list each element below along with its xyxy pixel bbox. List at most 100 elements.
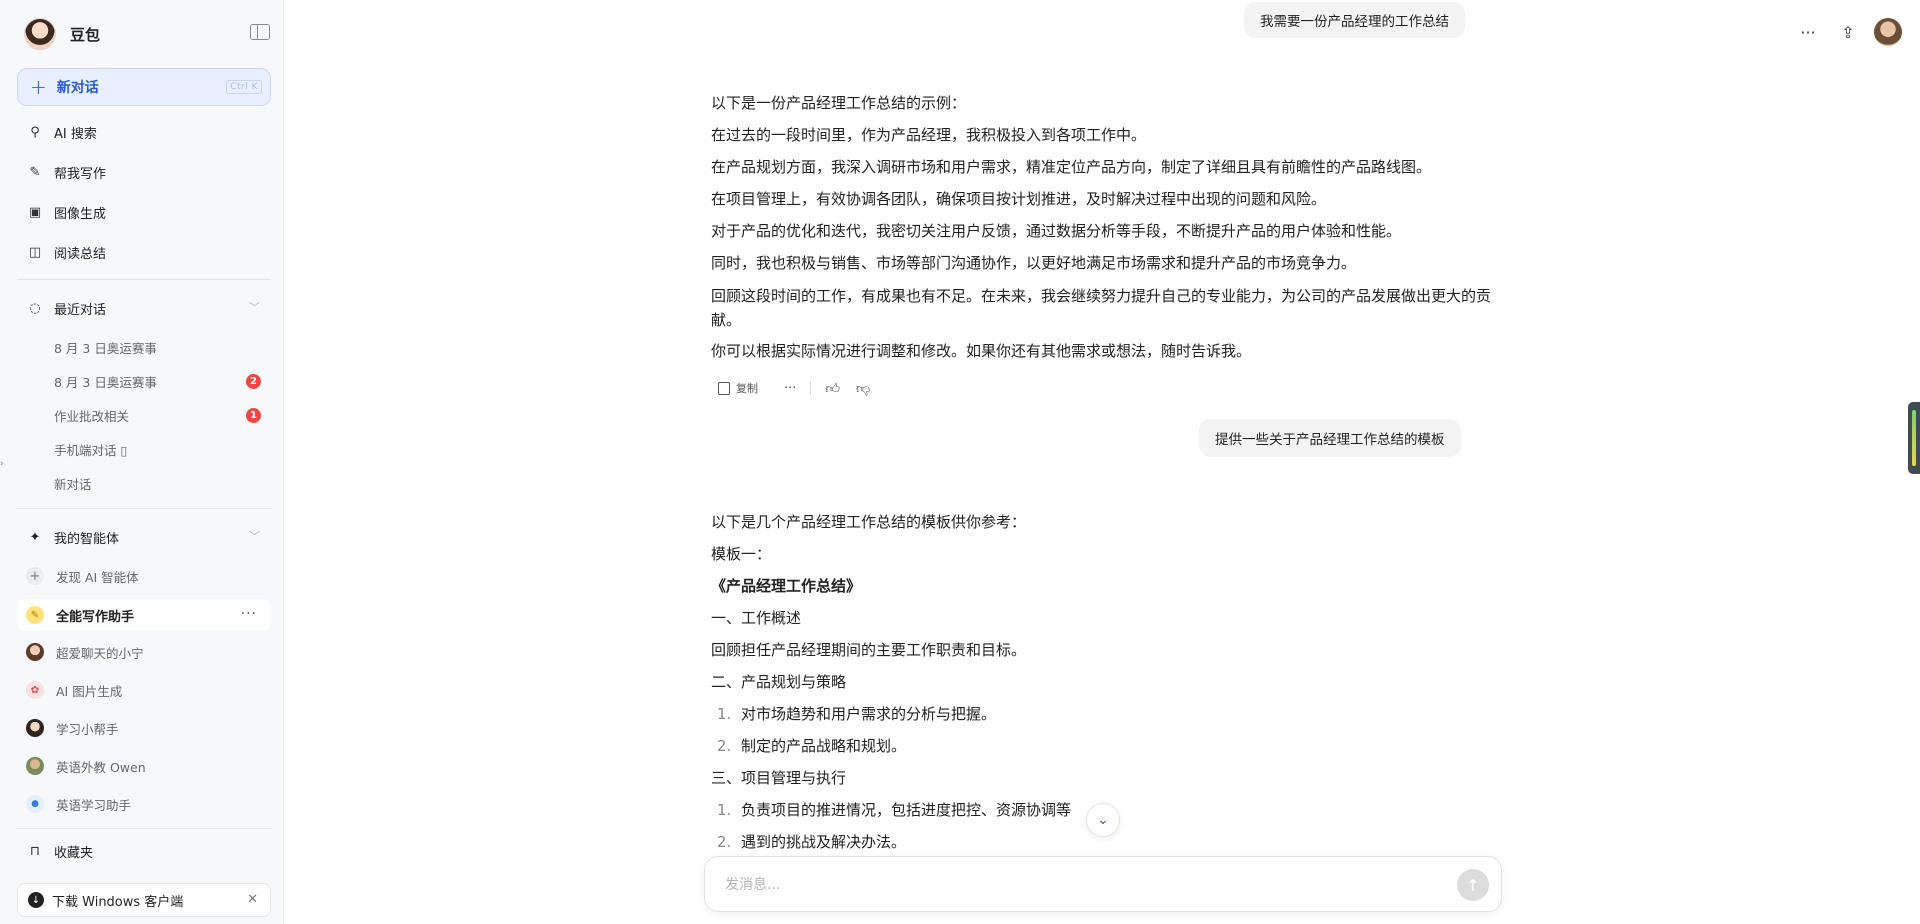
- list-item: 2. 制定的产品战略和规划。: [717, 737, 907, 755]
- recent-chats-title: 最近对话: [54, 302, 107, 318]
- send-button[interactable]: ↑: [1457, 869, 1489, 901]
- list-item: 1. 对市场趋势和用户需求的分析与把握。: [717, 705, 997, 723]
- favorites[interactable]: ⊓ 收藏夹: [26, 840, 93, 862]
- image-icon: ▣: [28, 204, 42, 220]
- agent-item-active[interactable]: ✎ 全能写作助手 ···: [17, 599, 271, 631]
- agent-item[interactable]: 学习小帮手: [26, 717, 119, 739]
- section-heading: 三、项目管理与执行: [711, 769, 847, 787]
- agent-label: 学习小帮手: [56, 721, 119, 737]
- user-message: 提供一些关于产品经理工作总结的模板: [1199, 419, 1461, 457]
- chat-bubble-icon: ◌: [29, 300, 41, 316]
- message-actions: 复制 ··· 👍︎ 👎︎: [718, 377, 886, 399]
- agent-avatar: [26, 643, 44, 661]
- new-chat-button[interactable]: + 新对话 Ctrl K: [17, 68, 271, 106]
- reply-line: 回顾担任产品经理期间的主要工作职责和目标。: [711, 641, 1027, 659]
- user-message-text: 我需要一份产品经理的工作总结: [1260, 14, 1449, 30]
- reply-line: 回顾这段时间的工作，有成果也有不足。在未来，我会继续努力提升自己的专业能力，为公…: [711, 287, 1492, 329]
- more-icon[interactable]: ···: [784, 381, 796, 396]
- agent-label: 超爱聊天的小宁: [56, 645, 144, 661]
- list-item-text: 遇到的挑战及解决办法。: [741, 833, 907, 851]
- recent-item[interactable]: 8 月 3 日奥运赛事: [54, 371, 157, 391]
- download-client-bar[interactable]: ↓ 下载 Windows 客户端 ✕: [17, 883, 271, 917]
- unread-badge: 1: [246, 408, 261, 423]
- agent-label: 英语学习助手: [56, 797, 132, 813]
- list-item-text: 负责项目的推进情况，包括进度把控、资源协调等: [741, 801, 1072, 819]
- recent-item[interactable]: 8 月 3 日奥运赛事: [54, 337, 157, 357]
- recent-chats-header[interactable]: ◌ 最近对话 ﹀: [26, 297, 266, 319]
- agent-avatar: [26, 719, 44, 737]
- list-item-text: 制定的产品战略和规划。: [741, 737, 907, 755]
- reply-line: 在过去的一段时间里，作为产品经理，我积极投入到各项工作中。: [711, 126, 1147, 144]
- list-item-text: 对市场趋势和用户需求的分析与把握。: [741, 705, 997, 723]
- message-composer: ↑: [704, 856, 1502, 912]
- divider: [810, 381, 812, 395]
- agent-label: 英语外教 Owen: [56, 759, 146, 775]
- recent-item[interactable]: 新对话: [54, 473, 92, 493]
- message-input[interactable]: [725, 873, 1405, 897]
- section-heading: 一、工作概述: [711, 609, 802, 627]
- divider: [17, 279, 271, 280]
- divider: [17, 508, 271, 509]
- agent-item[interactable]: 英语外教 Owen: [26, 755, 146, 777]
- reply-line: 以下是一份产品经理工作总结的示例：: [711, 94, 967, 112]
- arrow-up-icon: ↑: [1466, 875, 1480, 895]
- brand-name: 豆包: [70, 25, 101, 44]
- discover-agents-label: 发现 AI 智能体: [56, 569, 139, 585]
- my-agents-header[interactable]: ✦ 我的智能体 ﹀: [26, 526, 266, 548]
- reply-line: 同时，我也积极与销售、市场等部门沟通协作，以更好地满足市场需求和提升产品的市场竞…: [711, 254, 1357, 272]
- divider: [17, 828, 271, 829]
- discover-agents[interactable]: + 发现 AI 智能体: [26, 565, 139, 587]
- download-icon: ↓: [28, 892, 44, 908]
- nav-label: 帮我写作: [54, 166, 107, 182]
- agent-item[interactable]: ✿ AI 图片生成: [26, 679, 122, 701]
- more-options-icon[interactable]: ···: [1788, 18, 1828, 46]
- recent-item-label: 手机端对话 ▯: [54, 442, 128, 458]
- unread-badge: 2: [246, 374, 261, 389]
- brand[interactable]: 豆包: [24, 14, 100, 54]
- agent-label: AI 图片生成: [56, 683, 123, 699]
- globe-icon: ●: [26, 795, 44, 813]
- section-heading: 二、产品规划与策略: [711, 673, 847, 691]
- nav-label: AI 搜索: [54, 126, 97, 142]
- search-icon: ⚲: [30, 124, 40, 140]
- recent-item[interactable]: 手机端对话 ▯: [54, 439, 127, 459]
- copy-icon[interactable]: [718, 381, 730, 395]
- scroll-down-button[interactable]: ⌄: [1086, 803, 1120, 837]
- user-message: 我需要一份产品经理的工作总结: [1244, 2, 1465, 38]
- agent-item[interactable]: 超爱聊天的小宁: [26, 641, 144, 663]
- side-widget-handle[interactable]: [1908, 402, 1920, 474]
- nav-image-gen[interactable]: ▣ 图像生成: [26, 201, 106, 223]
- list-item: 1. 负责项目的推进情况，包括进度把控、资源协调等: [717, 801, 1072, 819]
- top-actions: ··· ⇪: [1788, 18, 1902, 46]
- reply-line: 在项目管理上，有效协调各团队，确保项目按计划推进，及时解决过程中出现的问题和风险…: [711, 190, 1327, 208]
- template-title: 《产品经理工作总结》: [711, 577, 862, 595]
- pen-icon: ✎: [29, 164, 41, 180]
- reply-line: 你可以根据实际情况进行调整和修改。如果你还有其他需求或想法，随时告诉我。: [711, 342, 1252, 360]
- user-avatar[interactable]: [1874, 18, 1902, 46]
- thumbs-up-icon[interactable]: 👍︎: [825, 380, 840, 397]
- more-icon[interactable]: ···: [241, 606, 257, 622]
- chevron-down-icon: ﹀: [249, 530, 260, 543]
- thumbs-down-icon[interactable]: 👎︎: [856, 380, 870, 397]
- expand-arrow-icon[interactable]: ›: [0, 459, 4, 469]
- agent-active-label: 全能写作助手: [56, 609, 135, 625]
- plus-icon: +: [30, 75, 47, 99]
- share-icon[interactable]: ⇪: [1828, 18, 1868, 46]
- recent-item-label: 新对话: [54, 476, 92, 492]
- plus-icon: +: [26, 567, 44, 585]
- agent-item[interactable]: ● 英语学习助手: [26, 793, 131, 815]
- nav-read-summary[interactable]: ◫ 阅读总结: [26, 241, 106, 263]
- book-icon: ◫: [28, 244, 42, 260]
- copy-button[interactable]: 复制: [736, 380, 758, 396]
- nav-ai-search[interactable]: ⚲ AI 搜索: [26, 121, 97, 143]
- user-message-text: 提供一些关于产品经理工作总结的模板: [1215, 432, 1445, 448]
- brand-avatar: [24, 18, 56, 50]
- nav-writing[interactable]: ✎ 帮我写作: [26, 161, 106, 183]
- favorites-label: 收藏夹: [54, 845, 94, 861]
- download-label: 下载 Windows 客户端: [52, 894, 184, 910]
- recent-item[interactable]: 作业批改相关: [54, 405, 129, 425]
- sidebar-toggle-icon[interactable]: [250, 24, 270, 40]
- new-chat-label: 新对话: [56, 80, 99, 96]
- close-icon[interactable]: ✕: [247, 892, 258, 907]
- sparkle-icon: ✦: [29, 529, 41, 545]
